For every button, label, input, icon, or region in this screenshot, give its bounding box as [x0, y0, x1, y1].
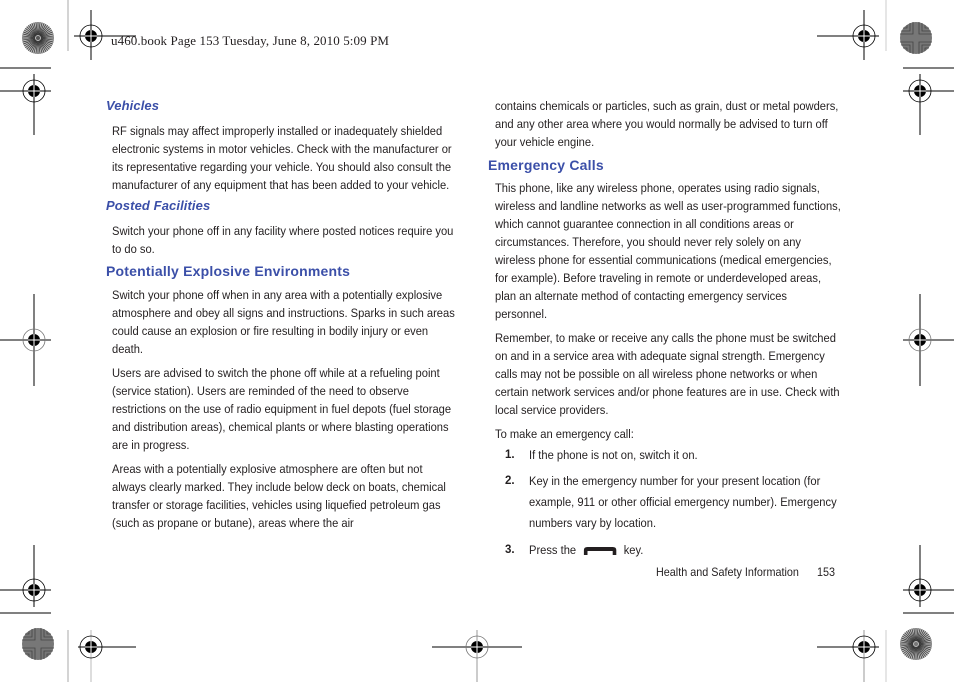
crosshair-mark-left-lower: [0, 545, 51, 607]
crosshair-mark-right-middle: [903, 294, 954, 386]
crosshair-mark-bottom-right: [817, 630, 879, 682]
section-heading-emergency-calls: Emergency Calls: [488, 157, 604, 173]
step-text: Press the key.: [529, 540, 840, 561]
crosshair-mark-bottom-left: [78, 630, 136, 682]
crosshair-mark-left-middle: [0, 294, 51, 386]
crosshair-mark-left-upper: [0, 74, 51, 135]
starburst-mark-top-left: [22, 22, 54, 54]
step-number: 3.: [505, 544, 515, 556]
step-text-after: key.: [623, 543, 644, 557]
paragraph-emergency-1: This phone, like any wireless phone, ope…: [495, 181, 841, 321]
paragraph-emergency-2: Remember, to make or receive any calls t…: [495, 331, 840, 417]
step-number: 1.: [505, 449, 515, 461]
section-heading-vehicles: Vehicles: [106, 98, 160, 113]
book-slug-line: u460.book Page 153 Tuesday, June 8, 2010…: [111, 33, 390, 48]
starburst-mark-bottom-right: [900, 628, 932, 660]
step-number: 2.: [505, 475, 515, 487]
section-heading-explosive-environments: Potentially Explosive Environments: [106, 263, 351, 279]
paragraph-posted-facilities: Switch your phone off in any facility wh…: [112, 224, 454, 256]
paragraph-explosive-2: Users are advised to switch the phone of…: [112, 366, 452, 452]
right-column: contains chemicals or particles, such as…: [488, 97, 841, 443]
crosshair-mark-right-lower: [903, 545, 954, 607]
step-text-before: Press the: [529, 543, 577, 557]
crosshair-mark-top-right: [817, 10, 879, 60]
paragraph-vehicles: RF signals may affect improperly install…: [112, 124, 452, 192]
color-disc-mark-top-right: [900, 22, 932, 54]
color-disc-mark-bottom-left: [22, 628, 54, 660]
paragraph-continuation: contains chemicals or particles, such as…: [495, 99, 839, 149]
left-column: Vehicles RF signals may affect improperl…: [106, 97, 456, 532]
crosshair-mark-bottom-center: [432, 630, 522, 682]
send-key-icon: [583, 546, 617, 555]
paragraph-explosive-1: Switch your phone off when in any area w…: [112, 288, 455, 356]
paragraph-emergency-intro: To make an emergency call:: [495, 427, 634, 441]
step-text: Key in the emergency number for your pre…: [529, 474, 837, 530]
paragraph-explosive-3: Areas with a potentially explosive atmos…: [112, 462, 446, 530]
step-text: If the phone is not on, switch it on.: [529, 448, 698, 462]
footer-section-title: Health and Safety Information: [656, 565, 799, 579]
crosshair-mark-right-upper: [903, 74, 954, 135]
footer-page-number: 153: [817, 565, 836, 579]
section-heading-posted-facilities: Posted Facilities: [106, 198, 211, 213]
